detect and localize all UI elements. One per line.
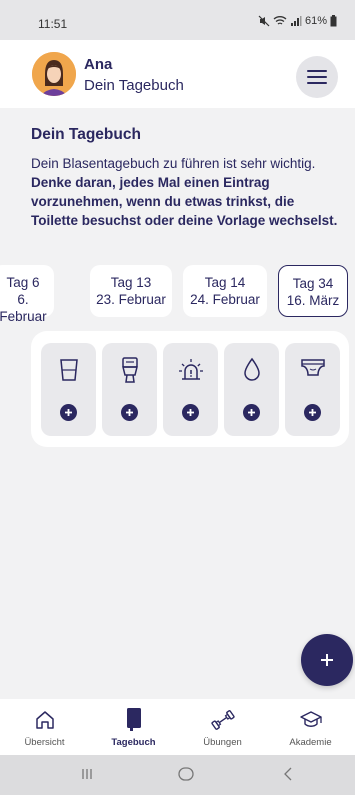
nav-item-tagebuch[interactable]: Tagebuch xyxy=(89,699,178,755)
system-navigation-bar xyxy=(0,755,355,795)
hamburger-icon xyxy=(307,70,327,84)
day-date: 24. Februar xyxy=(190,292,260,307)
battery-level: 61% xyxy=(304,15,327,27)
nav-item-akademie[interactable]: Akademie xyxy=(266,699,355,755)
add-drink-button[interactable] xyxy=(41,343,96,436)
plus-icon xyxy=(243,404,260,421)
nav-item-uebungen[interactable]: Übungen xyxy=(178,699,267,755)
graduation-cap-icon xyxy=(299,711,322,727)
diaper-icon xyxy=(300,359,325,376)
intro-text: Dein Blasentagebuch zu führen ist sehr w… xyxy=(31,154,341,230)
add-entry-fab[interactable] xyxy=(301,634,353,686)
day-date: 6. Februar xyxy=(0,292,47,324)
day-date: 16. März xyxy=(286,293,340,308)
user-name: Ana xyxy=(84,56,113,73)
battery-icon xyxy=(330,15,337,27)
status-time: 11:51 xyxy=(38,17,68,31)
home-system-icon[interactable] xyxy=(178,767,194,786)
plus-icon xyxy=(60,404,77,421)
plus-icon xyxy=(321,654,333,666)
day-tab-13[interactable]: Tag 13 23. Februar xyxy=(90,265,172,317)
alarm-icon xyxy=(178,359,203,380)
intro-title: Dein Tagebuch xyxy=(31,126,141,143)
day-date: 23. Februar xyxy=(96,292,166,307)
diary-icon xyxy=(126,708,141,731)
back-icon[interactable] xyxy=(283,767,293,786)
status-bar: 11:51 61% xyxy=(0,0,355,40)
day-label: Tag 14 xyxy=(204,275,246,290)
nav-label: Akademie xyxy=(289,737,332,748)
glass-icon xyxy=(59,359,78,381)
plus-icon xyxy=(304,404,321,421)
toilet-icon xyxy=(121,357,138,383)
entry-type-panel xyxy=(31,331,349,447)
add-pad-change-button[interactable] xyxy=(285,343,340,436)
add-urgency-button[interactable] xyxy=(163,343,218,436)
day-tab-34[interactable]: Tag 34 16. März xyxy=(278,265,348,317)
add-leakage-button[interactable] xyxy=(224,343,279,436)
wifi-icon xyxy=(273,16,287,25)
user-avatar-icon xyxy=(32,52,76,96)
status-icons: 61% xyxy=(258,15,337,27)
day-label: Tag 6 xyxy=(6,275,40,290)
day-label: Tag 34 xyxy=(292,276,334,291)
nav-label: Tagebuch xyxy=(111,737,156,748)
day-label: Tag 13 xyxy=(110,275,152,290)
nav-label: Übersicht xyxy=(24,737,65,748)
header-subtitle: Dein Tagebuch xyxy=(84,77,184,94)
avatar[interactable] xyxy=(32,52,76,96)
drop-icon xyxy=(243,357,260,381)
menu-button[interactable] xyxy=(296,56,338,98)
signal-icon xyxy=(290,16,302,26)
app-header: Ana Dein Tagebuch xyxy=(0,40,355,108)
day-selector: Tag 6 6. Februar Tag 13 23. Februar Tag … xyxy=(0,265,355,324)
dumbbell-icon xyxy=(210,710,235,730)
bottom-navigation: Übersicht Tagebuch Übungen Akademie xyxy=(0,699,355,755)
intro-normal-text: Dein Blasentagebuch zu führen ist sehr w… xyxy=(31,156,316,171)
plus-icon xyxy=(121,404,138,421)
day-tab-6[interactable]: Tag 6 6. Februar xyxy=(0,265,54,324)
intro-section: Dein Tagebuch Dein Blasentagebuch zu füh… xyxy=(31,126,341,230)
day-tab-14[interactable]: Tag 14 24. Februar xyxy=(183,265,267,317)
plus-icon xyxy=(182,404,199,421)
mute-icon xyxy=(258,15,270,27)
nav-item-uebersicht[interactable]: Übersicht xyxy=(0,699,89,755)
home-icon xyxy=(35,711,54,729)
recent-apps-icon[interactable] xyxy=(80,767,94,786)
intro-bold-text: Denke daran, jedes Mal einen Eintrag vor… xyxy=(31,175,338,228)
nav-label: Übungen xyxy=(203,737,242,748)
add-toilet-button[interactable] xyxy=(102,343,157,436)
